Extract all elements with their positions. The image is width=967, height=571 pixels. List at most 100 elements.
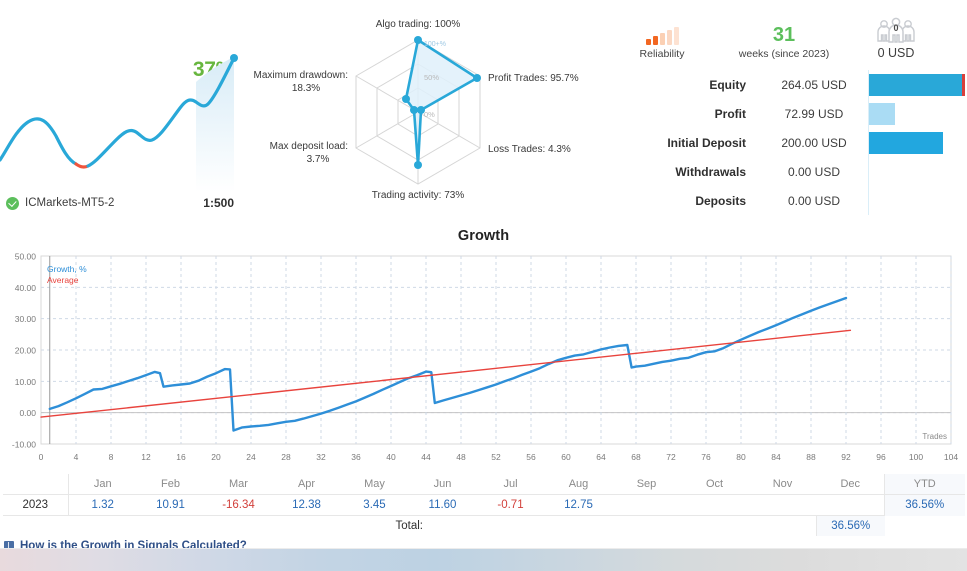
radar-ring-label-0: 0% — [424, 110, 435, 119]
growth-x-tick: 80 — [736, 452, 746, 462]
summary-header: 37% ICMarkets-MT5-2 1:500 — [0, 0, 967, 226]
growth-x-tick: 72 — [666, 452, 676, 462]
radar-label-max-deposit-load-value: 3.7% — [307, 154, 330, 165]
radar-ring-label-100: 100+% — [424, 41, 446, 48]
growth-y-tick: 20.00 — [15, 346, 37, 356]
table-cell-ytd: 36.56% — [884, 494, 965, 516]
stat-bar-equity — [868, 70, 967, 99]
table-col-jun: Jun — [408, 474, 477, 495]
monthly-growth-table: Jan Feb Mar Apr May Jun Jul Aug Sep Oct Nov Dec YTD … — [2, 474, 965, 536]
balance-rows: Equity 264.05 USD Profit 72.99 USD Initi… — [588, 70, 967, 215]
stat-value-equity: 264.05 USD — [781, 77, 847, 92]
growth-x-tick: 76 — [701, 452, 711, 462]
table-cell-month — [749, 495, 817, 516]
sparkline-path-1 — [0, 117, 78, 166]
subscribers-count: 0 — [893, 23, 898, 33]
stat-label-initial-deposit: Initial Deposit — [667, 135, 746, 150]
stat-label-profit: Profit — [714, 106, 746, 121]
table-cell-month: 1.32 — [91, 499, 114, 511]
stat-bar-deposits — [868, 186, 967, 215]
stats-icon-row: Reliability 31 weeks (since 2023) 0 0 US… — [588, 8, 967, 60]
growth-x-tick: 0 — [39, 452, 44, 462]
growth-legend-item: Growth, % — [47, 264, 87, 274]
sparkline-loss-segment — [74, 162, 90, 169]
account-sparkline-panel: 37% ICMarkets-MT5-2 1:500 — [0, 0, 248, 226]
growth-x-tick: 100 — [909, 452, 923, 462]
growth-x-tick: 84 — [771, 452, 781, 462]
stat-value-profit: 72.99 USD — [784, 106, 844, 121]
table-body: 2023 1.32 10.91 -16.34 12.38 3.45 11.60 -0.71 12… — [2, 494, 965, 536]
table-col-apr: Apr — [272, 474, 341, 495]
table-row: 2023 1.32 10.91 -16.34 12.38 3.45 11.60 -0.71 12… — [2, 494, 965, 516]
growth-x-tick: 12 — [141, 452, 151, 462]
growth-x-tick: 60 — [561, 452, 571, 462]
growth-x-tick: 40 — [386, 452, 396, 462]
sparkline-area — [196, 57, 234, 192]
growth-x-tick: 48 — [456, 452, 466, 462]
reliability-indicator: Reliability — [606, 27, 718, 60]
growth-x-tick: 8 — [109, 452, 114, 462]
growth-legend-item: Average — [47, 275, 79, 285]
stat-label-equity: Equity — [709, 77, 746, 92]
radar-label-max-deposit-load: Max deposit load: — [270, 141, 348, 152]
table-cell-month — [817, 495, 885, 516]
stat-label-deposits: Deposits — [695, 193, 746, 208]
table-cell-month: 12.75 — [564, 499, 593, 511]
stat-row-deposits: Deposits 0.00 USD — [588, 186, 967, 215]
stat-row-withdrawals: Withdrawals 0.00 USD — [588, 157, 967, 186]
subscribers-amount: 0 USD — [877, 46, 915, 60]
growth-y-tick: 0.00 — [19, 408, 36, 418]
table-cell-month: 12.38 — [292, 499, 321, 511]
table-total-value: 36.56% — [816, 515, 885, 536]
radar-label-profit-trades: Profit Trades: 95.7% — [488, 73, 579, 84]
growth-x-tick: 20 — [211, 452, 221, 462]
account-stats-panel: Reliability 31 weeks (since 2023) 0 0 US… — [588, 0, 967, 226]
table-total-label: Total: — [2, 515, 817, 536]
table-col-feb: Feb — [136, 474, 205, 495]
stat-label-withdrawals: Withdrawals — [675, 164, 746, 179]
growth-x-tick: 36 — [351, 452, 361, 462]
stat-bar-initial-deposit — [868, 128, 967, 157]
bottom-gradient-strip — [0, 549, 967, 571]
table-cell-month: 10.91 — [156, 499, 185, 511]
reliability-caption: Reliability — [639, 48, 685, 60]
growth-x-tick: 28 — [281, 452, 291, 462]
growth-x-tick: 56 — [526, 452, 536, 462]
table-col-sep: Sep — [612, 474, 681, 495]
growth-plot-area: 50.00 40.00 30.00 20.00 10.00 0.00 -10.00 0 4 8 12… — [0, 246, 967, 474]
radar-label-loss-trades: Loss Trades: 4.3% — [488, 144, 571, 155]
table-cell-month: 11.60 — [428, 499, 457, 511]
weeks-caption: weeks (since 2023) — [738, 48, 830, 60]
signal-bars-icon — [645, 27, 679, 45]
stat-value-withdrawals: 0.00 USD — [787, 164, 841, 179]
radar-chart: 100+% 50% 0% Algo trading: 100% Profit T… — [254, 19, 579, 201]
growth-x-tick: 96 — [876, 452, 886, 462]
sparkline-chart — [0, 54, 238, 192]
table-col-jan: Jan — [68, 474, 137, 495]
table-total-row: Total: 36.56% — [2, 515, 965, 536]
growth-y-tick: 10.00 — [15, 377, 37, 387]
stat-bar-withdrawals — [868, 157, 967, 186]
growth-x-tick: 4 — [74, 452, 79, 462]
broker-name-label: ICMarkets-MT5-2 — [25, 197, 115, 209]
table-col-ytd: YTD — [884, 474, 965, 495]
growth-y-tick: 30.00 — [15, 314, 37, 324]
weeks-number: 31 — [772, 24, 796, 46]
broker-account[interactable]: ICMarkets-MT5-2 — [6, 196, 115, 210]
table-col-dec: Dec — [816, 474, 885, 495]
stat-row-equity: Equity 264.05 USD — [588, 70, 967, 99]
performance-radar-panel: 100+% 50% 0% Algo trading: 100% Profit T… — [248, 0, 588, 226]
growth-y-tick: 40.00 — [15, 283, 37, 293]
people-group-icon: 0 — [877, 17, 915, 43]
table-cell-month: -0.71 — [497, 499, 524, 511]
growth-x-tick: 52 — [491, 452, 501, 462]
growth-y-tick: 50.00 — [15, 252, 37, 262]
table-cell-month: 3.45 — [363, 499, 386, 511]
sparkline-endpoint-dot — [230, 54, 238, 62]
table-col-year — [2, 474, 69, 495]
stat-value-deposits: 0.00 USD — [787, 193, 841, 208]
stat-value-initial-deposit: 200.00 USD — [781, 135, 847, 150]
table-col-aug: Aug — [544, 474, 613, 495]
growth-line-chart: 50.0040.0030.0020.0010.000.00-10.000 4 8 12… — [12, 252, 958, 463]
growth-x-tick: 16 — [176, 452, 186, 462]
